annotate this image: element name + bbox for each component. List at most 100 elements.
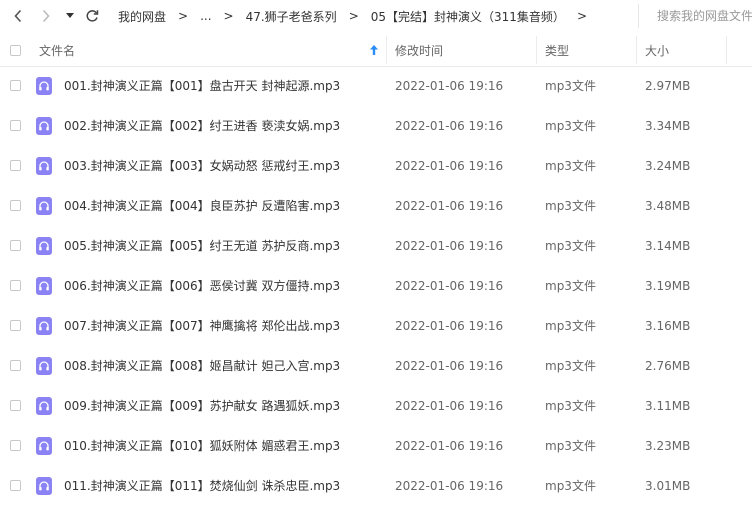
row-checkbox[interactable]	[10, 320, 21, 331]
column-name-header[interactable]: 文件名	[39, 34, 75, 66]
file-size: 2.76MB	[645, 359, 691, 373]
file-name[interactable]: 011.封神演义正篇【011】焚烧仙剑 诛杀忠臣.mp3	[64, 466, 340, 506]
column-type-header[interactable]: 类型	[545, 34, 569, 66]
file-size: 3.19MB	[645, 279, 691, 293]
row-checkbox[interactable]	[10, 440, 21, 451]
file-row[interactable]: 011.封神演义正篇【011】焚烧仙剑 诛杀忠臣.mp3 2022-01-06 …	[0, 466, 752, 506]
row-checkbox[interactable]	[10, 480, 21, 491]
row-checkbox[interactable]	[10, 160, 21, 171]
row-checkbox[interactable]	[10, 360, 21, 371]
file-name[interactable]: 007.封神演义正篇【007】神鹰擒将 郑伦出战.mp3	[64, 306, 340, 346]
file-name[interactable]: 001.封神演义正篇【001】盘古开天 封神起源.mp3	[64, 66, 340, 106]
file-size: 3.11MB	[645, 399, 691, 413]
audio-file-icon	[36, 437, 52, 455]
file-size: 3.01MB	[645, 479, 691, 493]
file-row[interactable]: 010.封神演义正篇【010】狐妖附体 媚惑君王.mp3 2022-01-06 …	[0, 426, 752, 466]
file-name[interactable]: 004.封神演义正篇【004】良臣苏护 反遭陷害.mp3	[64, 186, 340, 226]
refresh-icon[interactable]	[82, 6, 102, 26]
file-modified-time: 2022-01-06 19:16	[395, 399, 504, 413]
file-row[interactable]: 001.封神演义正篇【001】盘古开天 封神起源.mp3 2022-01-06 …	[0, 66, 752, 106]
file-row[interactable]: 002.封神演义正篇【002】纣王进香 亵渎女娲.mp3 2022-01-06 …	[0, 106, 752, 146]
chevron-left-icon[interactable]	[8, 6, 28, 26]
column-size-header[interactable]: 大小	[645, 34, 669, 66]
file-size: 3.23MB	[645, 439, 691, 453]
audio-file-icon	[36, 317, 52, 335]
row-checkbox[interactable]	[10, 280, 21, 291]
breadcrumb-item-current[interactable]: 05【完结】封神演义（311集音频）	[367, 8, 569, 25]
file-type: mp3文件	[545, 399, 596, 413]
row-checkbox[interactable]	[10, 200, 21, 211]
chevron-right-icon[interactable]	[36, 6, 56, 26]
file-type: mp3文件	[545, 199, 596, 213]
row-checkbox[interactable]	[10, 240, 21, 251]
file-size: 3.48MB	[645, 199, 691, 213]
file-row[interactable]: 007.封神演义正篇【007】神鹰擒将 郑伦出战.mp3 2022-01-06 …	[0, 306, 752, 346]
audio-file-icon	[36, 357, 52, 375]
file-name[interactable]: 008.封神演义正篇【008】姬昌献计 妲己入宫.mp3	[64, 346, 340, 386]
file-type: mp3文件	[545, 79, 596, 93]
file-list: 001.封神演义正篇【001】盘古开天 封神起源.mp3 2022-01-06 …	[0, 66, 752, 506]
audio-file-icon	[36, 197, 52, 215]
audio-file-icon	[36, 77, 52, 95]
search-box	[638, 4, 752, 28]
file-row[interactable]: 005.封神演义正篇【005】纣王无道 苏护反商.mp3 2022-01-06 …	[0, 226, 752, 266]
file-modified-time: 2022-01-06 19:16	[395, 79, 504, 93]
audio-file-icon	[36, 117, 52, 135]
row-checkbox[interactable]	[10, 400, 21, 411]
file-modified-time: 2022-01-06 19:16	[395, 319, 504, 333]
breadcrumb: 我的网盘 > ... > 47.狮子老爸系列 > 05【完结】封神演义（311集…	[114, 0, 595, 32]
sort-up-arrow-icon[interactable]	[370, 34, 378, 66]
file-type: mp3文件	[545, 279, 596, 293]
file-type: mp3文件	[545, 159, 596, 173]
file-size: 3.24MB	[645, 159, 691, 173]
file-type: mp3文件	[545, 319, 596, 333]
file-name[interactable]: 006.封神演义正篇【006】恶侯讨冀 双方僵持.mp3	[64, 266, 340, 306]
file-row[interactable]: 006.封神演义正篇【006】恶侯讨冀 双方僵持.mp3 2022-01-06 …	[0, 266, 752, 306]
file-modified-time: 2022-01-06 19:16	[395, 279, 504, 293]
column-modified-header[interactable]: 修改时间	[395, 34, 443, 66]
audio-file-icon	[36, 397, 52, 415]
file-size: 2.97MB	[645, 79, 691, 93]
file-modified-time: 2022-01-06 19:16	[395, 479, 504, 493]
file-size: 3.34MB	[645, 119, 691, 133]
file-name[interactable]: 005.封神演义正篇【005】纣王无道 苏护反商.mp3	[64, 226, 340, 266]
audio-file-icon	[36, 157, 52, 175]
breadcrumb-separator: >	[348, 9, 359, 23]
file-modified-time: 2022-01-06 19:16	[395, 119, 504, 133]
file-row[interactable]: 003.封神演义正篇【003】女娲动怒 惩戒纣王.mp3 2022-01-06 …	[0, 146, 752, 186]
breadcrumb-item-ellipsis[interactable]: ...	[196, 9, 215, 23]
caret-down-icon[interactable]	[62, 6, 78, 26]
file-row[interactable]: 009.封神演义正篇【009】苏护献女 路遇狐妖.mp3 2022-01-06 …	[0, 386, 752, 426]
file-row[interactable]: 004.封神演义正篇【004】良臣苏护 反遭陷害.mp3 2022-01-06 …	[0, 186, 752, 226]
toolbar: 我的网盘 > ... > 47.狮子老爸系列 > 05【完结】封神演义（311集…	[0, 0, 752, 32]
checkbox[interactable]	[10, 44, 21, 56]
file-name[interactable]: 010.封神演义正篇【010】狐妖附体 媚惑君王.mp3	[64, 426, 340, 466]
file-size: 3.16MB	[645, 319, 691, 333]
column-divider[interactable]	[536, 36, 537, 64]
file-row[interactable]: 008.封神演义正篇【008】姬昌献计 妲己入宫.mp3 2022-01-06 …	[0, 346, 752, 386]
column-divider[interactable]	[726, 36, 727, 64]
file-modified-time: 2022-01-06 19:16	[395, 439, 504, 453]
row-checkbox[interactable]	[10, 120, 21, 131]
search-input[interactable]	[639, 4, 752, 28]
file-size: 3.14MB	[645, 239, 691, 253]
breadcrumb-separator: >	[576, 9, 587, 23]
column-divider[interactable]	[386, 36, 387, 64]
file-type: mp3文件	[545, 359, 596, 373]
file-name[interactable]: 003.封神演义正篇【003】女娲动怒 惩戒纣王.mp3	[64, 146, 340, 186]
file-name[interactable]: 009.封神演义正篇【009】苏护献女 路遇狐妖.mp3	[64, 386, 340, 426]
breadcrumb-item-home[interactable]: 我的网盘	[114, 8, 170, 25]
file-type: mp3文件	[545, 439, 596, 453]
file-modified-time: 2022-01-06 19:16	[395, 199, 504, 213]
breadcrumb-separator: >	[223, 9, 234, 23]
file-name[interactable]: 002.封神演义正篇【002】纣王进香 亵渎女娲.mp3	[64, 106, 340, 146]
file-modified-time: 2022-01-06 19:16	[395, 359, 504, 373]
breadcrumb-separator: >	[178, 9, 189, 23]
column-divider[interactable]	[636, 36, 637, 64]
audio-file-icon	[36, 477, 52, 495]
file-modified-time: 2022-01-06 19:16	[395, 159, 504, 173]
row-checkbox[interactable]	[10, 80, 21, 91]
select-all-checkbox[interactable]	[10, 34, 21, 66]
audio-file-icon	[36, 237, 52, 255]
breadcrumb-item-series[interactable]: 47.狮子老爸系列	[242, 8, 341, 25]
